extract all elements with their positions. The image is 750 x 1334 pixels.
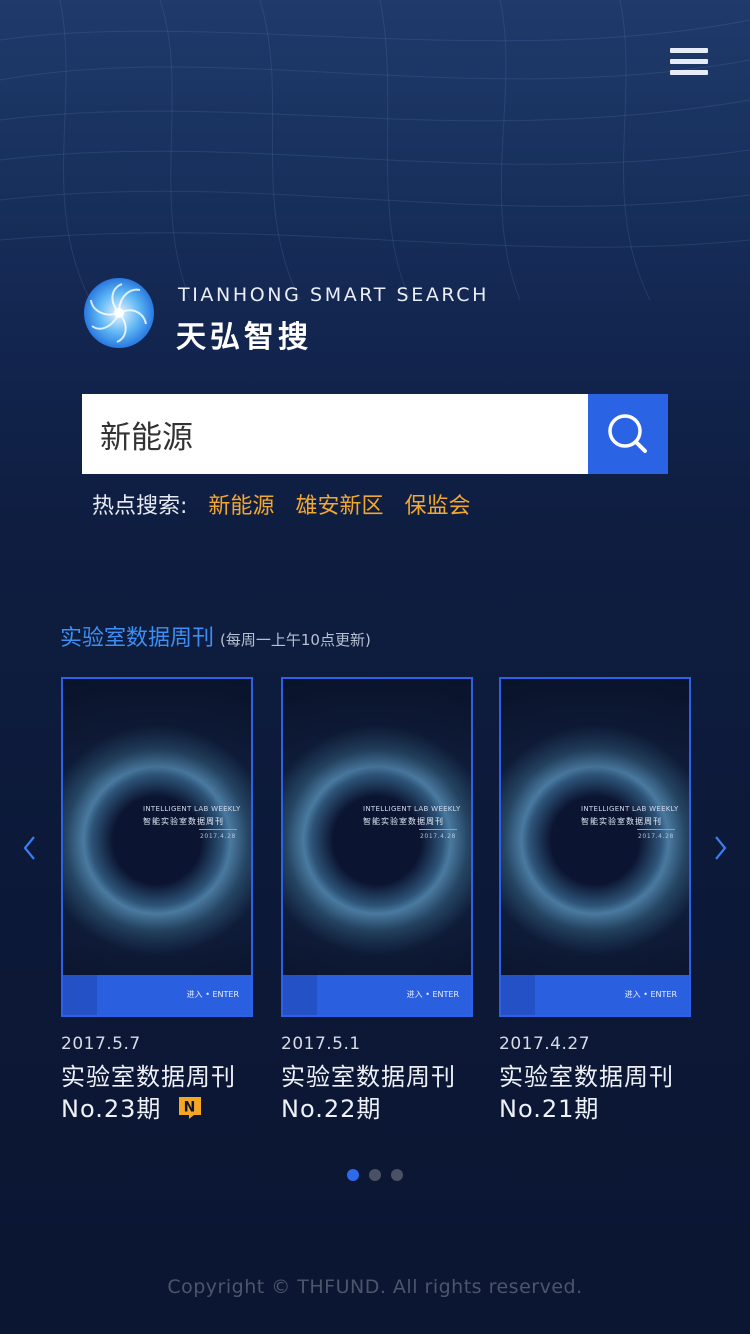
enter-label[interactable]: 进入 • ENTER bbox=[187, 989, 239, 1000]
hot-search: 热点搜索: 新能源 雄安新区 保监会 bbox=[92, 488, 470, 520]
pager-dot-1[interactable] bbox=[347, 1169, 359, 1181]
card-title: 实验室数据周刊 bbox=[281, 1063, 456, 1091]
weekly-section-title: 实验室数据周刊 (每周一上午10点更新) bbox=[60, 620, 371, 652]
next-arrow-icon[interactable] bbox=[708, 832, 732, 864]
card-title: 实验室数据周刊 bbox=[61, 1063, 236, 1091]
weekly-cover[interactable]: INTELLIGENT LAB WEEKLY 智能实验室数据周刊 2017.4.… bbox=[61, 677, 253, 1017]
brand-header: TIANHONG SMART SEARCH 天弘智搜 bbox=[82, 276, 582, 356]
cover-divider bbox=[637, 829, 675, 830]
brand-chinese-name: 天弘智搜 bbox=[176, 320, 312, 355]
menu-button[interactable] bbox=[670, 48, 712, 80]
card-issue: No.23期 N bbox=[61, 1089, 202, 1124]
cover-date: 2017.4.28 bbox=[638, 833, 674, 840]
cover-chinese-title: 智能实验室数据周刊 bbox=[363, 817, 444, 826]
prev-arrow-icon[interactable] bbox=[18, 832, 42, 864]
brand-english-name: TIANHONG SMART SEARCH bbox=[178, 284, 490, 306]
card-date: 2017.5.7 bbox=[61, 1034, 141, 1054]
cover-english-title: INTELLIGENT LAB WEEKLY bbox=[143, 805, 241, 813]
cover-enter-bar[interactable]: 进入 • ENTER bbox=[283, 975, 471, 1015]
card-issue-number: No.21期 bbox=[499, 1095, 600, 1123]
svg-text:N: N bbox=[184, 1100, 197, 1116]
hamburger-menu-icon bbox=[670, 48, 708, 53]
hot-keyword[interactable]: 新能源 bbox=[208, 494, 274, 519]
card-title: 实验室数据周刊 bbox=[499, 1063, 674, 1091]
new-badge-icon: N bbox=[179, 1097, 202, 1119]
cover-enter-bar[interactable]: 进入 • ENTER bbox=[63, 975, 251, 1015]
hot-keyword[interactable]: 雄安新区 bbox=[295, 494, 383, 519]
search-button[interactable] bbox=[588, 394, 668, 474]
cover-date: 2017.4.28 bbox=[200, 833, 236, 840]
cover-enter-bar[interactable]: 进入 • ENTER bbox=[501, 975, 689, 1015]
enter-label[interactable]: 进入 • ENTER bbox=[407, 989, 459, 1000]
cover-chinese-title: 智能实验室数据周刊 bbox=[581, 817, 662, 826]
card-date: 2017.4.27 bbox=[499, 1034, 591, 1054]
section-subtitle: (每周一上午10点更新) bbox=[220, 631, 371, 649]
cover-date: 2017.4.28 bbox=[420, 833, 456, 840]
card-issue-number: No.22期 bbox=[281, 1095, 382, 1123]
card-date: 2017.5.1 bbox=[281, 1034, 361, 1054]
tianhong-logo-icon bbox=[84, 278, 154, 348]
carousel-pager bbox=[347, 1169, 407, 1183]
section-title: 实验室数据周刊 bbox=[60, 626, 215, 651]
pager-dot-3[interactable] bbox=[391, 1169, 403, 1181]
pager-dot-2[interactable] bbox=[369, 1169, 381, 1181]
search-input[interactable] bbox=[82, 394, 588, 474]
weekly-card[interactable]: INTELLIGENT LAB WEEKLY 智能实验室数据周刊 2017.4.… bbox=[499, 677, 691, 1123]
card-issue-number: No.23期 bbox=[61, 1095, 162, 1123]
cover-divider bbox=[199, 829, 237, 830]
hot-search-label: 热点搜索: bbox=[92, 494, 188, 519]
weekly-card[interactable]: INTELLIGENT LAB WEEKLY 智能实验室数据周刊 2017.4.… bbox=[281, 677, 473, 1123]
weekly-card[interactable]: INTELLIGENT LAB WEEKLY 智能实验室数据周刊 2017.4.… bbox=[61, 677, 253, 1123]
weekly-cover[interactable]: INTELLIGENT LAB WEEKLY 智能实验室数据周刊 2017.4.… bbox=[281, 677, 473, 1017]
hot-keyword[interactable]: 保监会 bbox=[404, 494, 470, 519]
cover-divider bbox=[419, 829, 457, 830]
footer-copyright: Copyright © THFUND. All rights reserved. bbox=[167, 1276, 583, 1298]
weekly-cover[interactable]: INTELLIGENT LAB WEEKLY 智能实验室数据周刊 2017.4.… bbox=[499, 677, 691, 1017]
search-bar bbox=[82, 394, 668, 474]
background-mesh bbox=[0, 0, 750, 300]
cover-english-title: INTELLIGENT LAB WEEKLY bbox=[581, 805, 679, 813]
cover-chinese-title: 智能实验室数据周刊 bbox=[143, 817, 224, 826]
enter-label[interactable]: 进入 • ENTER bbox=[625, 989, 677, 1000]
cover-english-title: INTELLIGENT LAB WEEKLY bbox=[363, 805, 461, 813]
search-icon bbox=[608, 414, 647, 453]
